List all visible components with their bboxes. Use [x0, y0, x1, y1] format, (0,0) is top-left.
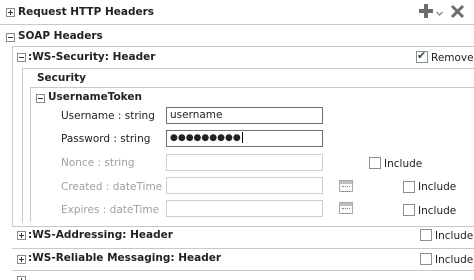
- text-caret: [241, 132, 243, 143]
- expires-include-checkbox[interactable]: [403, 204, 415, 216]
- created-include-label: Include: [418, 181, 457, 193]
- expand-http-headers-toggle[interactable]: [6, 8, 15, 17]
- expires-include-label: Include: [418, 205, 457, 217]
- nonce-field[interactable]: [166, 154, 323, 171]
- security-title: Security: [37, 72, 87, 84]
- ws-addressing-include-checkbox[interactable]: [420, 229, 432, 241]
- ws-addressing-title: :WS-Addressing: Header: [28, 229, 173, 241]
- nonce-include-checkbox[interactable]: [369, 157, 381, 169]
- ws-addressing-include-label: Include: [435, 230, 474, 242]
- created-field[interactable]: [166, 177, 323, 194]
- nonce-include-label: Include: [384, 158, 423, 170]
- username-field[interactable]: username: [166, 107, 323, 124]
- password-field[interactable]: ●●●●●●●●●: [166, 130, 323, 147]
- remove-checkbox[interactable]: [416, 49, 428, 63]
- divider: [22, 68, 23, 223]
- ws-reliable-include-label: Include: [435, 254, 474, 266]
- divider: [12, 270, 474, 271]
- remove-header-button[interactable]: [450, 4, 465, 19]
- http-headers-title: Request HTTP Headers: [18, 6, 155, 18]
- expand-next-header-toggle[interactable]: [17, 276, 26, 280]
- calendar-icon[interactable]: [339, 180, 353, 192]
- ws-reliable-include-checkbox[interactable]: [420, 253, 432, 265]
- remove-label: Remove: [431, 52, 474, 64]
- calendar-icon[interactable]: [339, 202, 353, 214]
- created-include-checkbox[interactable]: [403, 181, 415, 193]
- expand-ws-reliable-toggle[interactable]: [17, 255, 26, 264]
- divider: [0, 24, 474, 25]
- plus-icon: [419, 4, 433, 18]
- collapse-ws-security-toggle[interactable]: [17, 53, 26, 62]
- divider: [30, 87, 474, 88]
- divider: [12, 248, 474, 249]
- divider: [30, 87, 31, 222]
- ws-security-title: :WS-Security: Header: [28, 51, 156, 63]
- username-label: Username : string: [61, 110, 155, 122]
- password-value: ●●●●●●●●●: [170, 133, 241, 143]
- expand-ws-addressing-toggle[interactable]: [17, 231, 26, 240]
- ws-reliable-title: :WS-Reliable Messaging: Header: [28, 252, 222, 264]
- collapse-soap-headers-toggle[interactable]: [6, 33, 15, 42]
- divider: [12, 46, 474, 47]
- add-header-dropdown[interactable]: [436, 8, 443, 16]
- divider: [12, 46, 13, 226]
- password-label: Password : string: [61, 133, 151, 145]
- nonce-label: Nonce : string: [61, 157, 135, 169]
- expires-field[interactable]: [166, 200, 323, 217]
- expires-label: Expires : dateTime: [61, 204, 160, 216]
- close-icon: [450, 4, 465, 19]
- divider: [22, 68, 474, 69]
- soap-headers-title: SOAP Headers: [18, 30, 103, 42]
- collapse-username-token-toggle[interactable]: [36, 94, 45, 103]
- add-header-button[interactable]: [418, 3, 434, 19]
- divider: [12, 226, 474, 227]
- created-label: Created : dateTime: [61, 181, 163, 193]
- username-token-title: UsernameToken: [48, 91, 142, 103]
- chevron-down-icon: [436, 11, 443, 16]
